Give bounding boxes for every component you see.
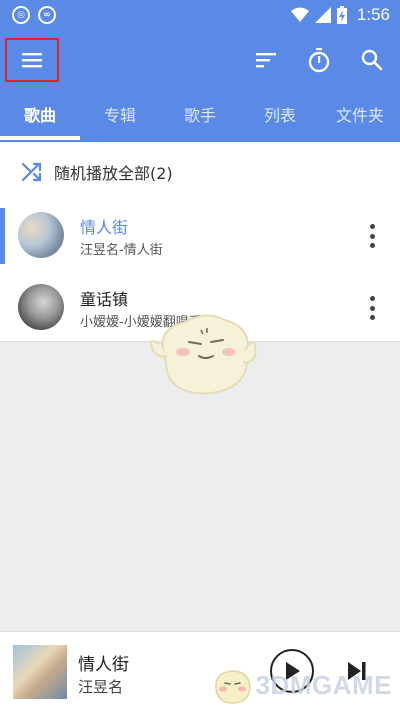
song-row[interactable]: 情人街 汪昱名-情人街 bbox=[0, 200, 400, 272]
clock: 1:56 bbox=[356, 5, 390, 24]
more-options-icon[interactable] bbox=[366, 296, 378, 320]
timer-icon bbox=[308, 48, 330, 73]
app-toolbar bbox=[0, 30, 400, 94]
song-title: 情人街 bbox=[80, 218, 129, 237]
tab-playlists[interactable]: 列表 bbox=[240, 94, 320, 142]
song-artwork bbox=[18, 212, 64, 258]
play-icon bbox=[286, 662, 300, 680]
battery-charging-icon bbox=[336, 6, 347, 24]
now-playing-artist: 汪昱名 bbox=[78, 678, 124, 696]
tab-artists[interactable]: 歌手 bbox=[160, 94, 240, 142]
song-title: 童话镇 bbox=[80, 290, 129, 309]
mini-player[interactable]: 情人街 汪昱名 bbox=[0, 631, 400, 711]
circle-app-icon: ◎ bbox=[12, 6, 30, 24]
shuffle-all-button[interactable]: 随机播放全部(2) bbox=[0, 142, 400, 202]
menu-button[interactable] bbox=[5, 38, 59, 82]
status-bar: ◎ ∞ 1:56 bbox=[0, 0, 400, 30]
now-playing-indicator bbox=[0, 208, 5, 264]
menu-icon bbox=[22, 53, 42, 68]
shuffle-all-label: 随机播放全部(2) bbox=[54, 164, 173, 183]
sort-button[interactable] bbox=[252, 46, 280, 74]
shuffle-icon bbox=[21, 162, 42, 182]
now-playing-cover bbox=[13, 645, 67, 699]
song-subtitle: 汪昱名-情人街 bbox=[80, 243, 163, 258]
category-tabs: 歌曲 专辑 歌手 列表 文件夹 bbox=[0, 94, 400, 142]
signal-icon bbox=[314, 7, 331, 23]
infinity-app-icon: ∞ bbox=[38, 6, 56, 24]
next-button[interactable] bbox=[344, 658, 370, 684]
search-icon bbox=[361, 49, 383, 71]
song-artwork bbox=[18, 284, 64, 330]
tab-songs[interactable]: 歌曲 bbox=[0, 94, 80, 142]
search-button[interactable] bbox=[358, 46, 386, 74]
sleep-timer-button[interactable] bbox=[305, 46, 333, 74]
more-options-icon[interactable] bbox=[366, 224, 378, 248]
now-playing-title: 情人街 bbox=[78, 655, 129, 675]
wifi-icon bbox=[290, 7, 309, 22]
mascot-watermark-icon bbox=[150, 314, 257, 395]
skip-next-icon bbox=[348, 662, 366, 680]
play-button[interactable] bbox=[270, 649, 314, 693]
tab-albums[interactable]: 专辑 bbox=[80, 94, 160, 142]
tab-folders[interactable]: 文件夹 bbox=[320, 94, 400, 142]
sort-icon bbox=[256, 53, 276, 68]
